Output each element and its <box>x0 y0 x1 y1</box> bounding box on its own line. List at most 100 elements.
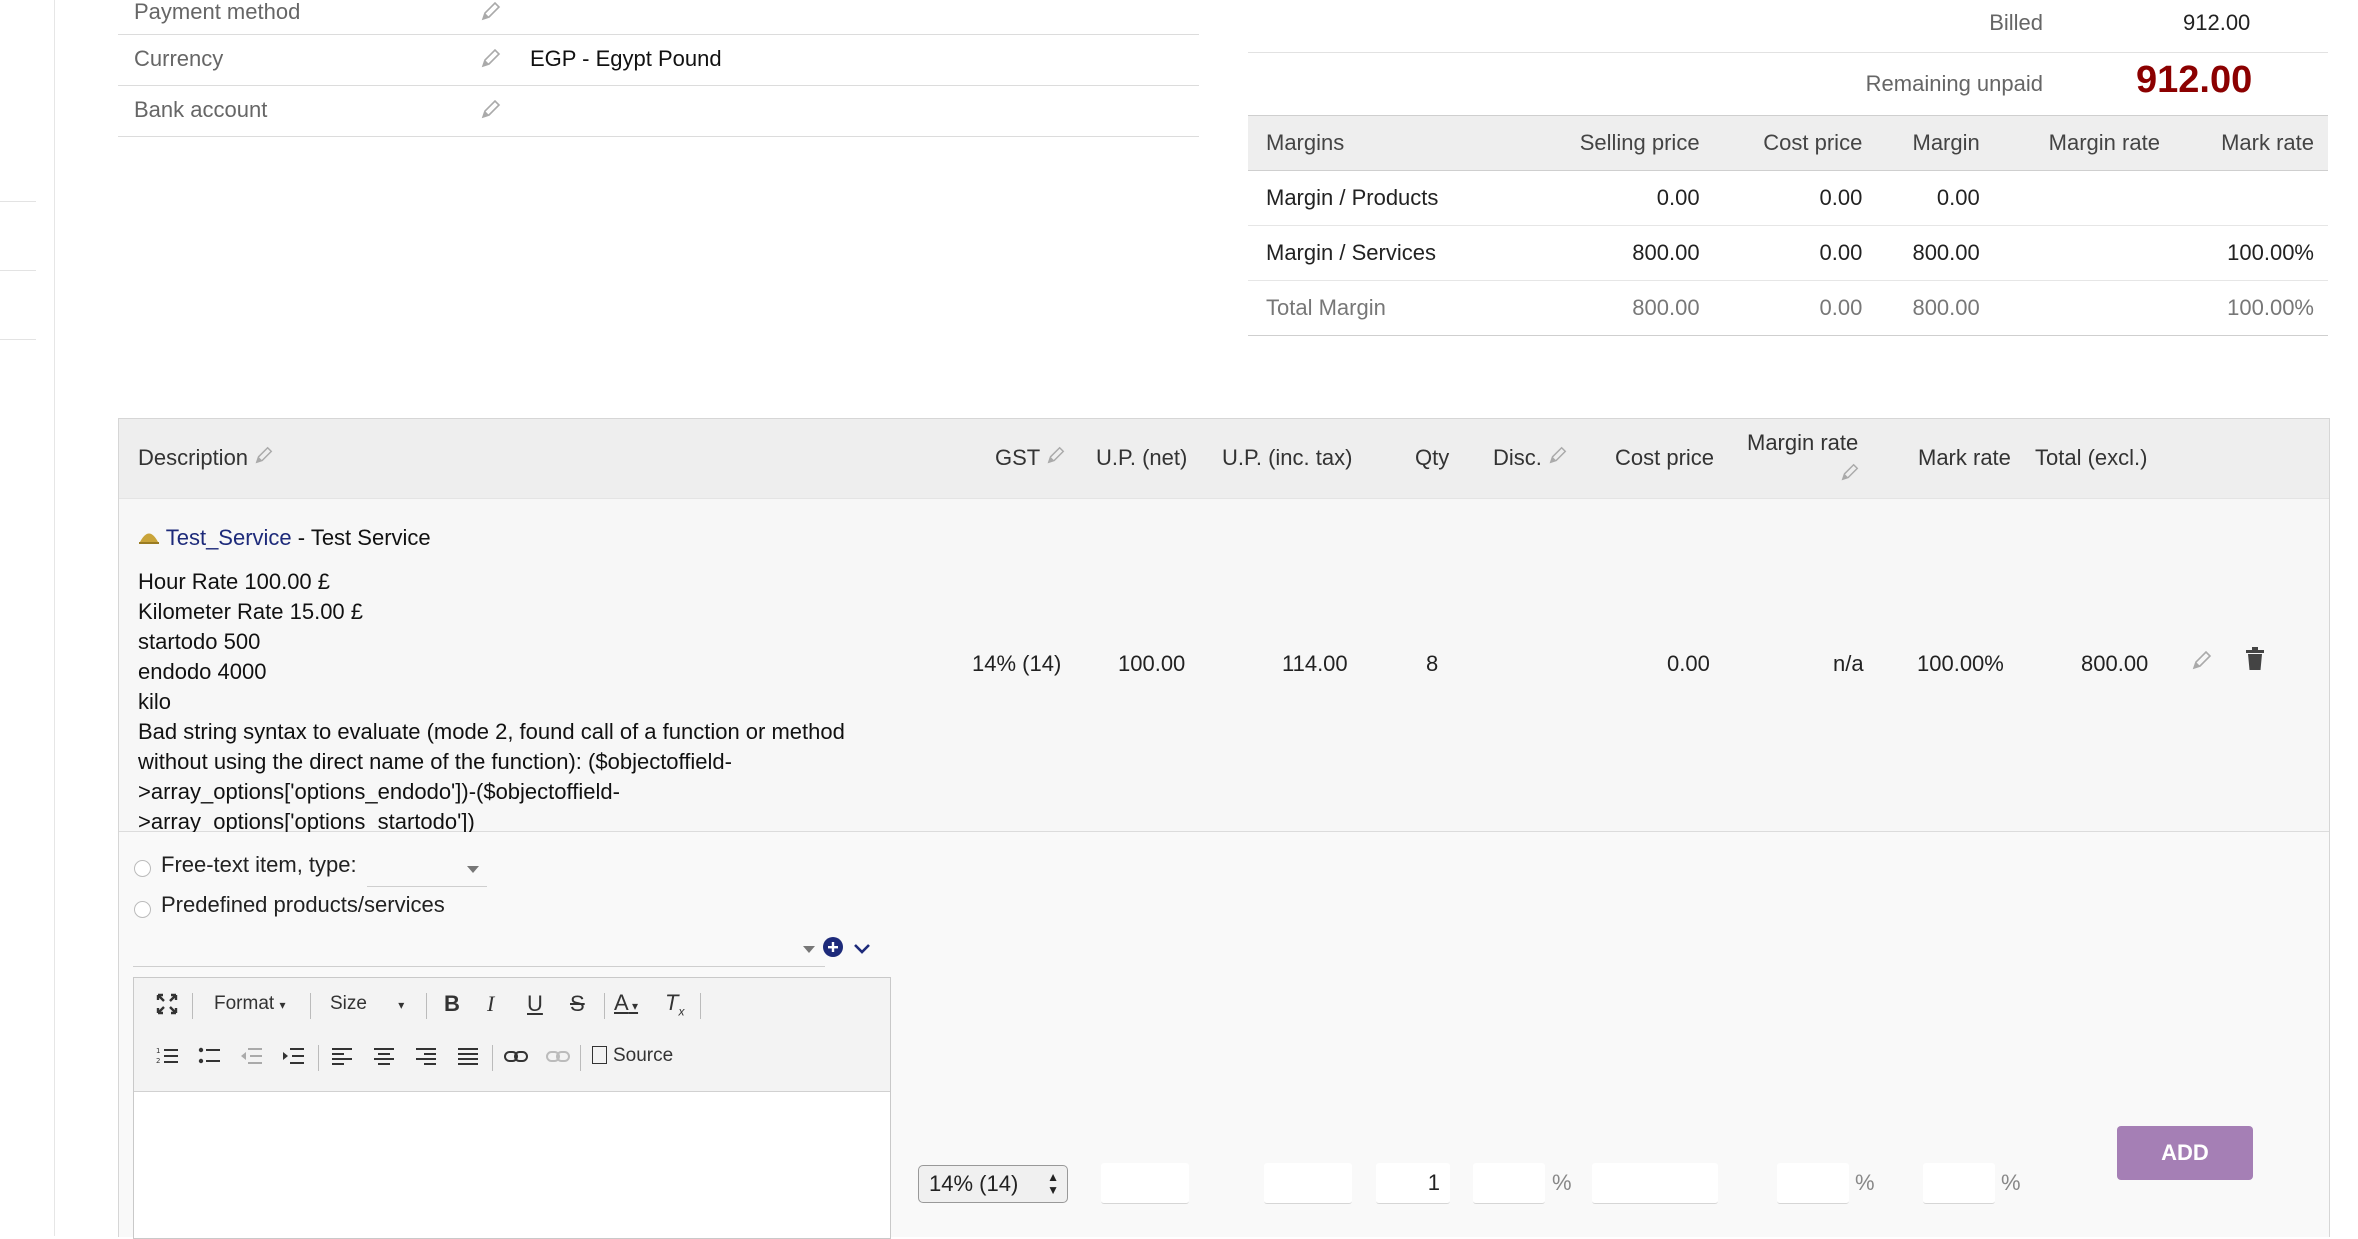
chevron-down-icon <box>803 946 815 953</box>
desc-line: Kilometer Rate 15.00 £ <box>138 599 364 624</box>
free-text-label: Free-text item, type: <box>161 852 357 877</box>
remaining-label: Remaining unpaid <box>1865 71 2043 96</box>
gutter-divider <box>0 201 36 202</box>
percent-label: % <box>2001 1170 2021 1195</box>
indent-icon[interactable] <box>282 1046 304 1072</box>
margin-rate <box>1993 225 2174 281</box>
col-cost-price: Cost price <box>1615 445 1715 470</box>
cost-price: 0.00 <box>1713 170 1877 226</box>
margins-header: Margins Selling price Cost price Margin … <box>1248 115 2328 171</box>
table-row: Margin / Products 0.00 0.00 0.00 <box>1248 170 2328 226</box>
remove-format-icon[interactable]: Tx <box>665 990 684 1018</box>
cost-price-input[interactable] <box>1592 1163 1718 1204</box>
align-left-icon[interactable] <box>332 1046 352 1072</box>
mark-rate: 100.00% <box>2173 225 2328 281</box>
row-name: Total Margin <box>1248 280 1522 336</box>
remaining-value: 912.00 <box>2136 59 2253 101</box>
field-bank-account: Bank account <box>118 86 1199 137</box>
field-label: Currency <box>134 46 224 71</box>
selling-price: 0.00 <box>1521 170 1714 226</box>
line-total: 800.00 <box>2081 651 2149 676</box>
service-link[interactable]: Test_Service <box>166 525 292 550</box>
mark-rate-input[interactable] <box>1923 1163 1995 1204</box>
table-row-total: Total Margin 800.00 0.00 800.00 100.00% <box>1248 280 2328 336</box>
gst-select[interactable]: 14% (14) ▲ ▼ <box>918 1165 1068 1203</box>
bold-icon[interactable]: B <box>444 991 460 1017</box>
product-select[interactable] <box>133 930 825 967</box>
line-up-inc-tax: 114.00 <box>1282 651 1348 676</box>
numbered-list-icon[interactable]: 12 <box>156 1046 178 1072</box>
edit-pencil-icon[interactable] <box>1840 462 1860 488</box>
up-net-input[interactable] <box>1101 1163 1189 1204</box>
mark-rate <box>2173 170 2328 226</box>
discount-input[interactable] <box>1473 1163 1545 1204</box>
delete-trash-icon[interactable] <box>2245 647 2265 677</box>
source-icon <box>592 1046 607 1064</box>
field-currency: Currency EGP - Egypt Pound <box>118 35 1199 86</box>
add-line-button[interactable]: ADD <box>2117 1126 2253 1180</box>
svg-text:1: 1 <box>156 1047 160 1055</box>
text-color-icon[interactable]: A ▾ <box>614 990 638 1016</box>
desc-line: without using the direct name of the fun… <box>138 749 732 774</box>
col-selling-price: Selling price <box>1521 115 1714 171</box>
line-gst: 14% (14) <box>972 651 1062 676</box>
line-cost-price: 0.00 <box>1667 651 1710 676</box>
line-up-net: 100.00 <box>1118 651 1186 676</box>
percent-label: % <box>1552 1170 1572 1195</box>
format-dropdown[interactable]: Format ▾ <box>214 993 286 1015</box>
maximize-icon[interactable] <box>156 993 178 1021</box>
desc-line: >array_options['options_endodo'])-($obje… <box>138 779 620 804</box>
add-line-form: Free-text item, type: Predefined product… <box>119 832 2329 1239</box>
up-inc-tax-input[interactable] <box>1264 1163 1352 1204</box>
free-text-radio[interactable] <box>134 860 151 877</box>
edit-pencil-icon <box>1047 446 1065 464</box>
edit-line-pencil-icon[interactable] <box>2191 649 2213 677</box>
desc-line: Hour Rate 100.00 £ <box>138 569 331 594</box>
underline-icon[interactable]: U <box>527 991 543 1017</box>
col-margin-rate: Margin rate <box>1747 430 1859 455</box>
edit-pencil-icon[interactable] <box>480 0 502 28</box>
service-bell-icon <box>138 525 160 550</box>
cost-price: 0.00 <box>1713 280 1877 336</box>
type-select[interactable] <box>367 852 487 887</box>
italic-icon[interactable]: I <box>487 991 494 1017</box>
col-up-inc-tax: U.P. (inc. tax) <box>1222 445 1353 470</box>
expand-chevron-icon[interactable] <box>853 936 871 962</box>
selling-price: 800.00 <box>1521 280 1714 336</box>
line-description: Test_Service - Test Service Hour Rate 10… <box>138 523 845 837</box>
line-title: Test_Service - Test Service <box>138 523 845 553</box>
gutter-divider <box>0 339 36 340</box>
updown-icon: ▲ ▼ <box>1047 1170 1059 1197</box>
bulleted-list-icon[interactable] <box>198 1046 220 1072</box>
description-editor[interactable]: Format ▾ Size ▾ B I U S A ▾ Tx 12 Source <box>133 977 891 1239</box>
source-button[interactable]: Source <box>592 1045 673 1067</box>
align-center-icon[interactable] <box>374 1046 394 1072</box>
col-up-net: U.P. (net) <box>1096 445 1188 470</box>
margin: 800.00 <box>1876 225 1994 281</box>
qty-input[interactable]: 1 <box>1376 1163 1450 1204</box>
col-mark-rate: Mark rate <box>2173 115 2328 171</box>
outdent-icon[interactable] <box>240 1046 262 1072</box>
remaining-row: Remaining unpaid 912.00 <box>1248 53 2328 116</box>
justify-icon[interactable] <box>458 1046 478 1072</box>
col-cost-price: Cost price <box>1713 115 1877 171</box>
billed-label: Billed <box>1989 10 2043 35</box>
percent-label: % <box>1855 1170 1875 1195</box>
add-product-plus-icon[interactable] <box>822 936 844 964</box>
col-margins: Margins <box>1248 115 1522 171</box>
col-gst: GST <box>995 445 1066 471</box>
predefined-radio[interactable] <box>134 901 151 918</box>
selling-price: 800.00 <box>1521 225 1714 281</box>
margin-rate-input[interactable] <box>1777 1163 1849 1204</box>
size-dropdown[interactable]: Size ▾ <box>330 993 404 1015</box>
align-right-icon[interactable] <box>416 1046 436 1072</box>
strikethrough-icon[interactable]: S <box>570 991 585 1017</box>
edit-pencil-icon[interactable] <box>480 98 502 126</box>
unlink-icon[interactable] <box>546 1048 570 1070</box>
edit-pencil-icon[interactable] <box>480 47 502 75</box>
link-icon[interactable] <box>504 1048 528 1070</box>
desc-line: endodo 4000 <box>138 659 267 684</box>
field-label: Bank account <box>134 97 268 122</box>
field-label: Payment method <box>134 0 301 24</box>
billed-value: 912.00 <box>2183 10 2251 35</box>
